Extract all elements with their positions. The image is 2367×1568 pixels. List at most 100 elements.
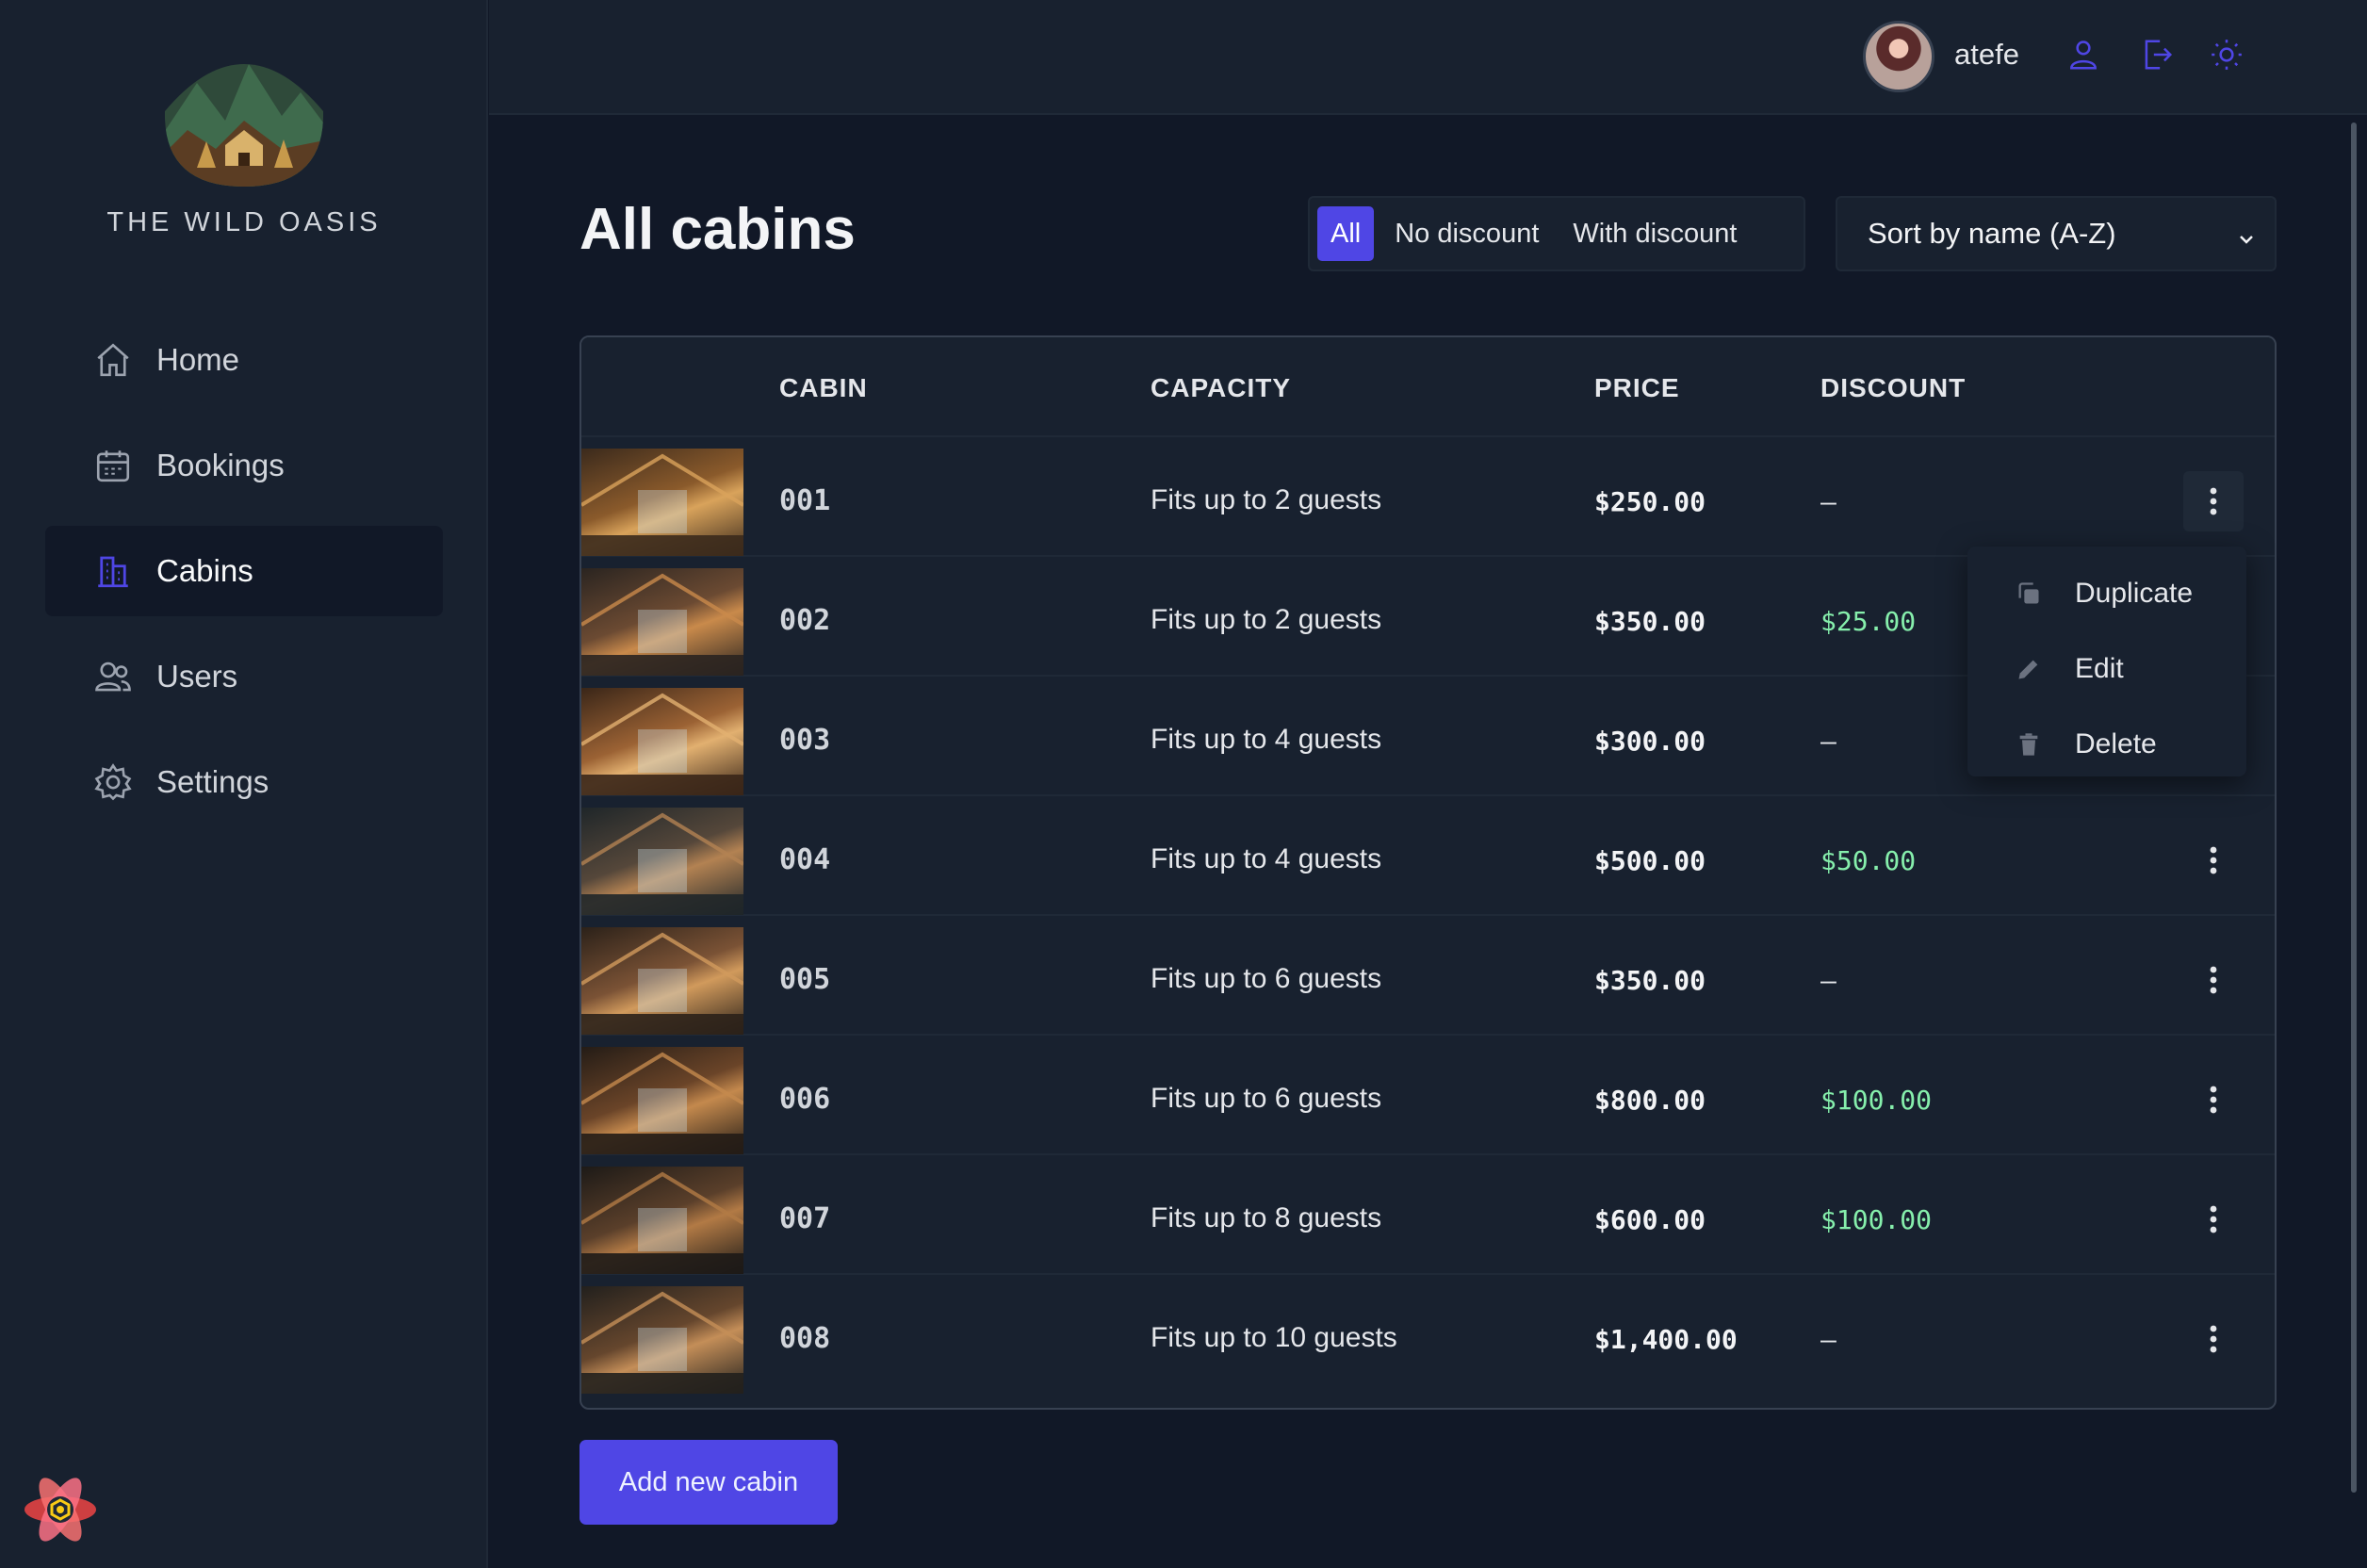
cabins-table: CABIN CAPACITY PRICE DISCOUNT 001 Fits u… [580, 335, 2277, 1410]
menu-item-label: Duplicate [2075, 578, 2194, 609]
cabin-price: $300.00 [1594, 726, 1706, 757]
sort-select-value: Sort by name (A-Z) [1868, 217, 2116, 250]
row-menu-button[interactable] [2183, 1309, 2244, 1369]
sidebar-item-settings[interactable]: Settings [45, 737, 443, 827]
cabin-image [581, 449, 743, 556]
trash-icon [2015, 731, 2043, 758]
row-menu-button[interactable] [2183, 471, 2244, 531]
calendar-icon [92, 445, 134, 486]
row-actions-menu: Duplicate Edit Delete [1967, 547, 2246, 776]
row-menu-button[interactable] [2183, 1070, 2244, 1130]
user-icon[interactable] [2061, 32, 2106, 77]
table-row: 006 Fits up to 6 guests $800.00 $100.00 [581, 1036, 2275, 1155]
mountain-cabin-logo [164, 64, 324, 187]
sidebar-item-label: Bookings [156, 448, 285, 482]
cabin-capacity: Fits up to 2 guests [1151, 604, 1382, 635]
cabin-name: 001 [779, 484, 831, 517]
cabin-image [581, 688, 743, 795]
cabin-discount: — [1820, 1324, 1836, 1355]
cabin-discount: $50.00 [1820, 845, 1917, 876]
cabin-capacity: Fits up to 6 guests [1151, 1083, 1382, 1114]
sidebar: THE WILD OASIS Home Bookings Cabins User… [0, 0, 488, 1568]
main-nav: Home Bookings Cabins Users Settings [45, 315, 443, 842]
cabin-name: 002 [779, 604, 831, 637]
column-header-cabin: CABIN [779, 373, 868, 402]
username: atefe [1954, 38, 2019, 71]
cabin-name: 003 [779, 724, 831, 757]
cabin-price: $350.00 [1594, 965, 1706, 996]
gear-icon [92, 761, 134, 803]
kebab-icon [2210, 966, 2217, 994]
cabin-capacity: Fits up to 10 guests [1151, 1322, 1397, 1353]
logout-icon[interactable] [2134, 32, 2179, 77]
cabin-price: $250.00 [1594, 486, 1706, 517]
cabin-price: $1,400.00 [1594, 1324, 1738, 1355]
column-header-price: PRICE [1594, 373, 1680, 402]
cabin-capacity: Fits up to 4 guests [1151, 843, 1382, 874]
logo: THE WILD OASIS [0, 55, 488, 238]
cabin-name: 005 [779, 963, 831, 996]
filter-all-button[interactable]: All [1317, 206, 1375, 261]
sidebar-item-label: Users [156, 659, 238, 694]
cabin-image [581, 568, 743, 676]
kebab-icon [2210, 846, 2217, 874]
row-menu-button[interactable] [2183, 950, 2244, 1010]
sidebar-item-home[interactable]: Home [45, 315, 443, 405]
home-icon [92, 339, 134, 381]
cabin-name: 008 [779, 1322, 831, 1355]
cabin-image [581, 1286, 743, 1394]
brand-name: THE WILD OASIS [106, 207, 382, 237]
main-content: All cabins All No discount With discount… [489, 115, 2367, 1568]
cabin-name: 004 [779, 843, 831, 876]
users-icon [92, 656, 134, 697]
app-root: THE WILD OASIS Home Bookings Cabins User… [0, 0, 2367, 1568]
sidebar-item-users[interactable]: Users [45, 631, 443, 722]
cabin-name: 006 [779, 1083, 831, 1116]
delete-menu-item[interactable]: Delete [1967, 707, 2246, 782]
sun-icon[interactable] [2204, 32, 2249, 77]
sidebar-item-label: Settings [156, 764, 269, 799]
table-row: 001 Fits up to 2 guests $250.00 — [581, 437, 2275, 557]
cabin-capacity: Fits up to 2 guests [1151, 484, 1382, 515]
add-new-cabin-button[interactable]: Add new cabin [580, 1440, 838, 1525]
cabin-discount: — [1820, 486, 1836, 517]
page-title: All cabins [580, 197, 856, 262]
column-header-discount: DISCOUNT [1820, 373, 1967, 402]
cabin-image [581, 1047, 743, 1154]
duplicate-menu-item[interactable]: Duplicate [1967, 556, 2246, 631]
building-icon [92, 550, 134, 592]
cabin-image [581, 808, 743, 915]
table-header: CABIN CAPACITY PRICE DISCOUNT [581, 337, 2275, 437]
cabin-capacity: Fits up to 4 guests [1151, 724, 1382, 755]
table-row: 004 Fits up to 4 guests $500.00 $50.00 [581, 796, 2275, 916]
sort-select[interactable]: Sort by name (A-Z) [1836, 196, 2277, 271]
cabin-image [581, 1167, 743, 1274]
cabin-image [581, 927, 743, 1035]
cabin-price: $350.00 [1594, 606, 1706, 637]
kebab-icon [2210, 1325, 2217, 1353]
cabin-discount: — [1820, 726, 1836, 757]
react-query-devtools-icon[interactable] [21, 1470, 100, 1553]
cabin-price: $500.00 [1594, 845, 1706, 876]
sidebar-item-label: Home [156, 342, 240, 377]
cabin-price: $800.00 [1594, 1085, 1706, 1116]
column-header-capacity: CAPACITY [1151, 373, 1292, 402]
cabin-discount: $25.00 [1820, 606, 1917, 637]
filter-with-discount-button[interactable]: With discount [1559, 206, 1750, 261]
sidebar-item-cabins[interactable]: Cabins [45, 526, 443, 616]
edit-menu-item[interactable]: Edit [1967, 631, 2246, 707]
menu-item-label: Edit [2075, 653, 2124, 684]
filter-no-discount-button[interactable]: No discount [1381, 206, 1552, 261]
menu-item-label: Delete [2075, 728, 2157, 760]
kebab-icon [2210, 1205, 2217, 1233]
cabin-discount: — [1820, 965, 1836, 996]
scrollbar[interactable] [2351, 122, 2357, 1493]
sidebar-item-bookings[interactable]: Bookings [45, 420, 443, 511]
chevron-down-icon [2235, 224, 2258, 258]
cabin-capacity: Fits up to 6 guests [1151, 963, 1382, 994]
row-menu-button[interactable] [2183, 1189, 2244, 1250]
table-row: 007 Fits up to 8 guests $600.00 $100.00 [581, 1155, 2275, 1275]
row-menu-button[interactable] [2183, 830, 2244, 890]
table-row: 008 Fits up to 10 guests $1,400.00 — [581, 1275, 2275, 1395]
top-header: atefe [489, 0, 2367, 115]
